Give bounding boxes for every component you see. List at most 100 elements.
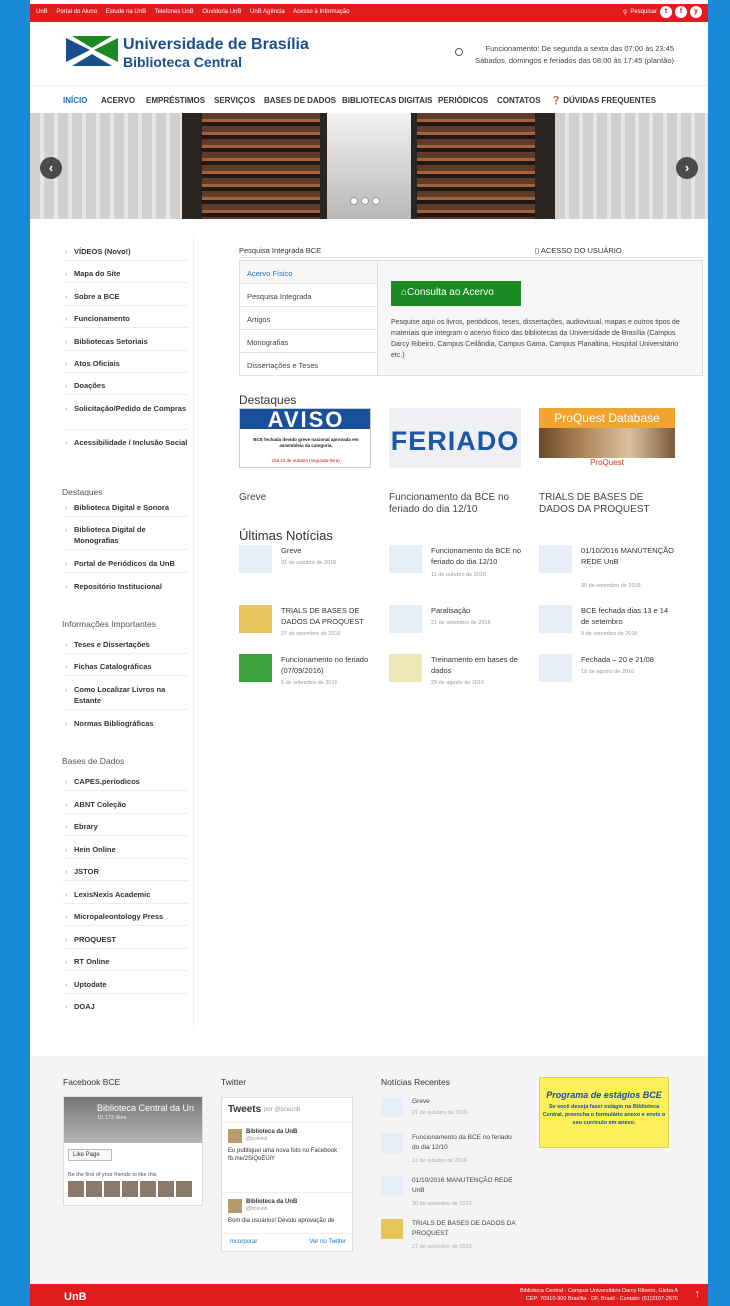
avatar[interactable] — [104, 1181, 120, 1197]
news-title[interactable]: Fechada – 20 e 21/08 — [581, 654, 676, 665]
sidebar-item-acessibilidade[interactable]: Acessibilidade / Inclusão Social — [62, 437, 188, 448]
tweet[interactable]: Biblioteca da UnB @bceunb Bom dia usuári… — [222, 1192, 352, 1232]
facebook-icon[interactable]: f — [675, 6, 687, 18]
nav-inicio[interactable]: INÍCIO — [63, 96, 87, 105]
tweet[interactable]: Biblioteca da UnB @bceunb Eu publiquei u… — [222, 1122, 352, 1180]
destaque-feriado-image[interactable]: FERIADO — [389, 408, 521, 468]
internship-banner[interactable]: Programa de estágios BCE Se você deseja … — [539, 1077, 669, 1148]
search-link[interactable]: Pesquisar — [630, 9, 657, 15]
sidebar-item-micropaleontology[interactable]: Micropaleontology Press — [62, 911, 188, 922]
destaque-caption-feriado[interactable]: Funcionamento da BCE no feriado do dia 1… — [389, 492, 529, 516]
twitter-view-link[interactable]: Ver no Twitter — [309, 1239, 346, 1245]
sidebar-item-videos[interactable]: VÍDEOS (Novo!) — [62, 246, 188, 257]
carousel-next-button[interactable]: › — [676, 157, 698, 179]
sidebar-item-hein[interactable]: Hein Online — [62, 844, 188, 855]
avatar[interactable] — [158, 1181, 174, 1197]
avatar[interactable] — [122, 1181, 138, 1197]
scroll-top-icon[interactable]: ↑ — [695, 1288, 701, 1300]
sidebar-item-teses[interactable]: Teses e Dissertações — [62, 639, 188, 650]
recent-news-item[interactable]: Funcionamento da BCE no feriado do dia 1… — [381, 1133, 516, 1169]
sidebar-item-atos[interactable]: Atos Oficiais — [62, 358, 188, 369]
tweet-handle[interactable]: @bceunb — [246, 1136, 267, 1142]
top-link-portal-aluno[interactable]: Portal do Aluno — [56, 9, 97, 15]
sidebar-item-setoriais[interactable]: Bibliotecas Setoriais — [62, 336, 188, 347]
tweet-author[interactable]: Biblioteca da UnB — [246, 1199, 297, 1205]
sidebar-item-jstor[interactable]: JSTOR — [62, 866, 188, 877]
recent-news-item[interactable]: 01/10/2016 MANUTENÇÃO REDE UnB 30 de set… — [381, 1176, 516, 1212]
avatar[interactable] — [228, 1199, 242, 1213]
recent-news-title[interactable]: Greve — [412, 1097, 516, 1107]
sidebar-item-abnt[interactable]: ABNT Coleção — [62, 799, 188, 810]
tab-monografias[interactable]: Monografias — [240, 330, 377, 353]
sidebar-item-repositorio[interactable]: Repositório Institucional — [62, 581, 188, 592]
facebook-like-button[interactable]: Like Page — [68, 1149, 112, 1161]
avatar[interactable] — [68, 1181, 84, 1197]
tab-acervo-fisico[interactable]: Acervo Físico — [240, 261, 377, 284]
news-item[interactable]: TRIALS DE BASES DE DADOS DA PROQUEST 27 … — [239, 605, 379, 645]
recent-news-title[interactable]: Funcionamento da BCE no feriado do dia 1… — [412, 1133, 516, 1153]
sidebar-item-mapa[interactable]: Mapa do Site — [62, 268, 188, 279]
nav-duvidas-frequentes[interactable]: ❓ DÚVIDAS FREQUENTES — [551, 96, 656, 105]
sidebar-item-uptodate[interactable]: Uptodate — [62, 979, 188, 990]
news-title[interactable]: TRIALS DE BASES DE DADOS DA PROQUEST — [281, 605, 376, 627]
sidebar-item-normas[interactable]: Normas Bibliográficas — [62, 718, 188, 729]
twitter-embed-link[interactable]: Incorporar — [230, 1239, 257, 1245]
news-title[interactable]: Greve — [281, 545, 376, 556]
destaque-caption-proquest[interactable]: TRIALS DE BASES DE DADOS DA PROQUEST — [539, 492, 679, 516]
carousel-dot-3[interactable] — [372, 197, 380, 205]
recent-news-title[interactable]: TRIALS DE BASES DE DADOS DA PROQUEST — [412, 1219, 516, 1239]
top-link-telefones[interactable]: Telefones UnB — [155, 9, 194, 15]
avatar[interactable] — [176, 1181, 192, 1197]
tab-pesquisa-integrada[interactable]: Pesquisa Integrada — [240, 284, 377, 307]
sidebar-item-capes[interactable]: CAPES.periodicos — [62, 776, 188, 787]
news-item[interactable]: Treinamento em bases de dados 29 de agos… — [389, 654, 529, 694]
destaque-aviso-image[interactable]: AVISO BCE fechada devido greve nacional … — [239, 408, 371, 468]
sidebar-item-rt-online[interactable]: RT Online — [62, 956, 188, 967]
news-item[interactable]: BCE fechada dias 13 e 14 de setembro 9 d… — [539, 605, 679, 645]
avatar[interactable] — [86, 1181, 102, 1197]
facebook-page-name[interactable]: Biblioteca Central da Un — [97, 1103, 194, 1113]
news-title[interactable]: Funcionamento da BCE no feriado do dia 1… — [431, 545, 526, 567]
carousel-prev-button[interactable]: ‹ — [40, 157, 62, 179]
destaque-caption-greve[interactable]: Greve — [239, 492, 379, 504]
top-link-estude[interactable]: Estude na UnB — [106, 9, 146, 15]
tweet-handle[interactable]: @bceunb — [246, 1206, 267, 1212]
news-title[interactable]: BCE fechada dias 13 e 14 de setembro — [581, 605, 676, 627]
tab-dissertacoes-teses[interactable]: Dissertações e Teses — [240, 353, 377, 376]
sidebar-item-digital-sonora[interactable]: Biblioteca Digital e Sonora — [62, 502, 188, 513]
youtube-icon[interactable]: y — [690, 6, 702, 18]
avatar[interactable] — [140, 1181, 156, 1197]
top-link-agencia[interactable]: UnB Agência — [250, 9, 285, 15]
carousel-dot-1[interactable] — [350, 197, 358, 205]
news-item[interactable]: Paralisação 21 de setembro de 2016 — [389, 605, 529, 645]
sidebar-item-lexisnexis[interactable]: LexisNexis Academic — [62, 889, 188, 900]
news-title[interactable]: Paralisação — [431, 605, 526, 616]
consulta-acervo-button[interactable]: ⌂Consulta ao Acervo — [391, 281, 521, 306]
nav-contatos[interactable]: CONTATOS — [497, 96, 541, 105]
unb-footer-logo[interactable]: UnB — [64, 1291, 87, 1303]
news-item[interactable]: Funcionamento da BCE no feriado do dia 1… — [389, 545, 529, 585]
top-link-acesso-informacao[interactable]: Acesso à Informação — [293, 9, 349, 15]
twitter-icon[interactable]: t — [660, 6, 672, 18]
site-title[interactable]: Universidade de Brasília — [123, 36, 309, 54]
tweet-author[interactable]: Biblioteca da UnB — [246, 1129, 297, 1135]
tweets-by[interactable]: por @bceunb — [264, 1107, 300, 1113]
top-link-ouvidoria[interactable]: Ouvidoria UnB — [202, 9, 241, 15]
sidebar-item-proquest[interactable]: PROQUEST — [62, 934, 188, 945]
destaque-proquest-image[interactable]: ProQuest Database ProQuest — [539, 408, 675, 468]
news-title[interactable]: Funcionamento no feriado (07/09/2016) — [281, 654, 376, 676]
recent-news-item[interactable]: TRIALS DE BASES DE DADOS DA PROQUEST 27 … — [381, 1219, 516, 1255]
nav-periodicos[interactable]: PERIÓDICOS — [438, 96, 488, 105]
nav-bibliotecas-digitais[interactable]: BIBLIOTECAS DIGITAIS — [342, 96, 433, 105]
news-title[interactable]: 01/10/2016 MANUTENÇÃO REDE UnB — [581, 545, 676, 567]
sidebar-item-fichas[interactable]: Fichas Catalográficas — [62, 661, 188, 672]
news-item[interactable]: 01/10/2016 MANUTENÇÃO REDE UnB 30 de set… — [539, 545, 679, 589]
nav-emprestimos[interactable]: EMPRÉSTIMOS — [146, 96, 205, 105]
sidebar-item-solicitacao[interactable]: Solicitação/Pedido de Compras — [62, 403, 188, 414]
sidebar-item-ebrary[interactable]: Ebrary — [62, 821, 188, 832]
sidebar-item-funcionamento[interactable]: Funcionamento — [62, 313, 188, 324]
sidebar-item-localizar[interactable]: Como Localizar Livros na Estante — [62, 684, 188, 706]
tab-artigos[interactable]: Artigos — [240, 307, 377, 330]
sidebar-item-portal-periodicos[interactable]: Portal de Periódicos da UnB — [62, 558, 188, 569]
sidebar-item-doacoes[interactable]: Doações — [62, 380, 188, 391]
